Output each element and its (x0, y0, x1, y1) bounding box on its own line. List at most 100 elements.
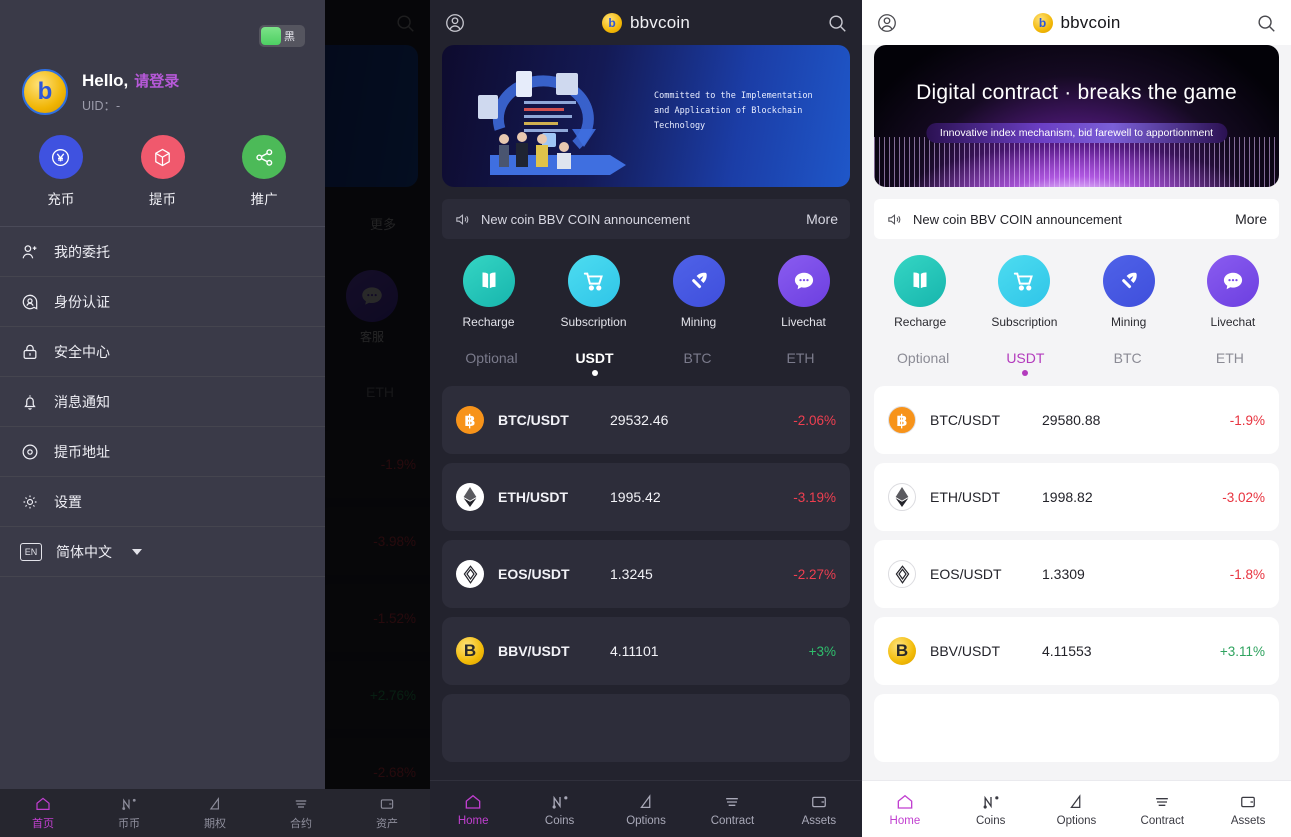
quick-action-deposit[interactable]: 充币 (10, 135, 112, 208)
contract-lines-icon (292, 795, 310, 813)
home-icon (34, 795, 52, 813)
tab-btc[interactable]: BTC (646, 350, 749, 378)
nav-item-label: Options (1056, 814, 1097, 827)
nav-item-label: Assets (1230, 814, 1266, 827)
profile-summary[interactable]: b Hello, 请登录 UID：- (0, 47, 325, 115)
quick-action-mining[interactable]: Mining (646, 255, 751, 330)
sidebar-item-settings[interactable]: 设置 (0, 477, 325, 527)
announcement-more-link[interactable]: More (1235, 211, 1267, 227)
quick-action-recharge[interactable]: Recharge (436, 255, 541, 330)
app-header: b bbvcoin (430, 0, 862, 45)
price-value: 4.11553 (1042, 643, 1092, 659)
nav-item-home[interactable]: 首页 (0, 795, 86, 831)
table-row[interactable]: EOS/USDT 1.3245 -2.27% (442, 540, 850, 608)
sidebar-item-identity[interactable]: 身份认证 (0, 277, 325, 327)
promo-banner[interactable]: Digital contract · breaks the game Innov… (874, 45, 1279, 187)
tab-optional[interactable]: Optional (872, 350, 974, 378)
tab-btc[interactable]: BTC (1077, 350, 1179, 378)
book-icon (462, 255, 515, 307)
nav-item-coins[interactable]: Coins (516, 792, 602, 827)
share-nodes-icon (242, 135, 287, 179)
banner-line: and Application of Blockchain (654, 105, 803, 116)
nav-item-label: Options (626, 814, 666, 827)
uid-value: - (116, 99, 121, 113)
pair-label: EOS/USDT (498, 566, 570, 582)
pickaxe-icon (672, 255, 725, 307)
nav-item-contract[interactable]: Contract (689, 792, 775, 827)
tab-usdt[interactable]: USDT (974, 350, 1076, 378)
three-panel-screenshot: Committed to the Implementation and Appli… (0, 0, 1291, 837)
quick-actions-grid: Recharge Subscription Mining Livechat (862, 239, 1291, 336)
announcement-more-link[interactable]: More (806, 211, 838, 227)
table-row[interactable]: ETH/USDT 1998.82 -3.02% (874, 463, 1279, 531)
announcement-bar[interactable]: New coin BBV COIN announcement More (442, 199, 850, 239)
nav-item-coins[interactable]: 币币 (86, 795, 172, 831)
nav-item-assets[interactable]: Assets (776, 792, 862, 827)
eos-icon (888, 560, 916, 588)
bbv-icon: B (456, 637, 484, 665)
cart-icon (998, 255, 1051, 307)
toggle-knob (261, 27, 281, 45)
quick-action-withdraw[interactable]: 提币 (112, 135, 214, 208)
table-row[interactable]: ETH/USDT 1995.42 -3.19% (442, 463, 850, 531)
sidebar-item-my-orders[interactable]: 我的委托 (0, 227, 325, 277)
change-value: -2.06% (793, 412, 836, 428)
sidebar-item-security[interactable]: 安全中心 (0, 327, 325, 377)
nav-item-assets[interactable]: Assets (1205, 792, 1291, 827)
panel-home-dark: b bbvcoin Committed to the Implementatio… (430, 0, 862, 837)
tab-optional[interactable]: Optional (440, 350, 543, 378)
sidebar-item-withdraw-address[interactable]: 提币地址 (0, 427, 325, 477)
market-list: ฿ BTC/USDT 29580.88 -1.9% ETH/USDT 1998.… (862, 382, 1291, 780)
drawer-menu: 我的委托 身份认证 安全中心 消息通知 提币地址 设置 EN 简体中文 (0, 227, 325, 789)
login-link[interactable]: 请登录 (134, 70, 179, 91)
table-row[interactable]: ฿ BTC/USDT 29580.88 -1.9% (874, 386, 1279, 454)
nav-item-home[interactable]: Home (430, 792, 516, 827)
market-tabs: Optional USDT BTC ETH (430, 336, 862, 382)
nav-item-coins[interactable]: Coins (948, 792, 1034, 827)
nav-item-contract[interactable]: Contract (1119, 792, 1205, 827)
sidebar-item-label: 简体中文 (56, 543, 112, 560)
book-icon (894, 255, 947, 307)
sidebar-item-notifications[interactable]: 消息通知 (0, 377, 325, 427)
tab-eth[interactable]: ETH (749, 350, 852, 378)
uid-label: UID： (82, 99, 117, 113)
table-row[interactable]: B BBV/USDT 4.11101 +3% (442, 617, 850, 685)
greeting-text: Hello, (82, 71, 129, 90)
nav-item-options[interactable]: 期权 (172, 795, 258, 831)
tab-usdt[interactable]: USDT (543, 350, 646, 378)
quick-action-livechat[interactable]: Livechat (751, 255, 856, 330)
quick-action-subscription[interactable]: Subscription (541, 255, 646, 330)
market-tabs: Optional USDT BTC ETH (862, 336, 1291, 382)
promo-banner[interactable]: Committed to the Implementation and Appl… (442, 45, 850, 187)
quick-action-recharge[interactable]: Recharge (868, 255, 972, 330)
table-row-partial[interactable] (874, 694, 1279, 762)
announcement-bar[interactable]: New coin BBV COIN announcement More (874, 199, 1279, 239)
nav-item-label: 资产 (376, 818, 398, 830)
quick-action-subscription[interactable]: Subscription (972, 255, 1076, 330)
brand-logo-icon: b (602, 12, 622, 33)
search-icon[interactable] (826, 12, 848, 34)
search-icon[interactable] (1255, 12, 1277, 34)
price-value: 4.11101 (610, 643, 659, 659)
nav-item-options[interactable]: Options (603, 792, 689, 827)
bottom-nav-cn: 首页 币币 期权 合约 资产 (0, 789, 430, 837)
table-row[interactable]: ฿ BTC/USDT 29532.46 -2.06% (442, 386, 850, 454)
nav-item-assets[interactable]: 资产 (344, 795, 430, 831)
quick-action-label: 充币 (47, 192, 75, 207)
user-circle-icon[interactable] (876, 12, 898, 34)
table-row[interactable]: B BBV/USDT 4.11553 +3.11% (874, 617, 1279, 685)
nav-item-contract[interactable]: 合约 (258, 795, 344, 831)
quick-action-livechat[interactable]: Livechat (1181, 255, 1285, 330)
table-row[interactable]: EOS/USDT 1.3309 -1.8% (874, 540, 1279, 608)
quick-action-mining[interactable]: Mining (1077, 255, 1181, 330)
nav-item-label: 合约 (290, 818, 312, 830)
table-row-partial[interactable] (442, 694, 850, 762)
nav-item-options[interactable]: Options (1034, 792, 1120, 827)
quick-action-label: Mining (1110, 315, 1147, 329)
nav-item-home[interactable]: Home (862, 792, 948, 827)
sidebar-item-language[interactable]: EN 简体中文 (0, 527, 325, 577)
theme-toggle[interactable]: 黑 (259, 25, 305, 47)
tab-eth[interactable]: ETH (1179, 350, 1281, 378)
quick-action-promote[interactable]: 推广 (213, 135, 315, 208)
user-circle-icon[interactable] (444, 12, 466, 34)
